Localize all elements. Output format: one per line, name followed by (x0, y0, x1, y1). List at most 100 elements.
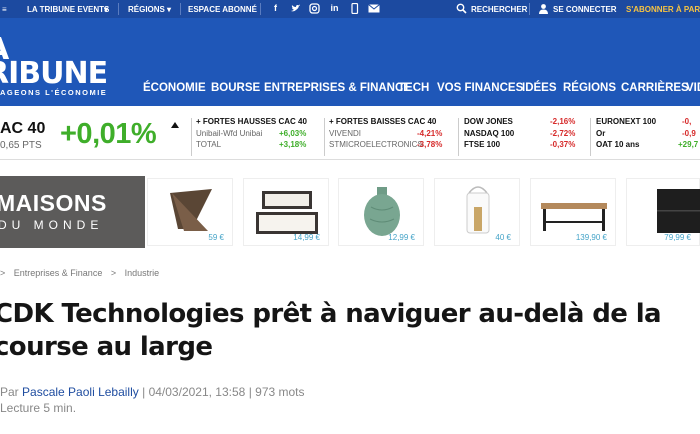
ad-product-price: 14,99 € (293, 233, 320, 242)
list-item[interactable]: STMICROELECTRONICS -3,78% (329, 140, 447, 151)
breadcrumb: > Entreprises & Finance > Industrie (0, 268, 165, 278)
divider (118, 3, 119, 15)
other-markets: EURONEXT 100 -0, Or -0,9 OAT 10 ans +29,7 (596, 117, 700, 151)
logo-line-2: RIBUNE (0, 56, 108, 91)
index-value: -2,72% (550, 129, 576, 138)
list-item[interactable]: VIVENDI -4,21% (329, 129, 447, 140)
ad-banner[interactable]: MAISONS DU MONDE 59 € 14,99 € 12,99 € 40… (0, 176, 700, 248)
ad-product[interactable]: 40 € (434, 178, 520, 246)
divider (458, 118, 459, 156)
publish-date: 04/03/2021, 13:58 (148, 385, 246, 399)
list-item[interactable]: EURONEXT 100 -0, (596, 117, 700, 129)
index-points: 0,65 PTS (0, 140, 42, 151)
top-gainers-title[interactable]: + FORTES HAUSSES CAC 40 (196, 117, 310, 129)
divider (590, 118, 591, 156)
search-link[interactable]: RECHERCHER (471, 5, 527, 14)
breadcrumb-item[interactable]: Entreprises & Finance (14, 268, 103, 278)
index-label: NASDAQ 100 (464, 129, 515, 138)
byline-by: Par (0, 385, 19, 399)
ad-product[interactable]: 139,90 € (530, 178, 616, 246)
ad-product[interactable]: 79,99 € (626, 178, 700, 246)
search-icon[interactable] (456, 3, 467, 14)
read-time: Lecture 5 min. (0, 401, 77, 415)
user-icon[interactable] (538, 3, 549, 14)
top-losers-title[interactable]: + FORTES BAISSES CAC 40 (329, 117, 447, 129)
logo-tagline: AGEONS L'ÉCONOMIE (0, 88, 108, 97)
ad-product[interactable]: 14,99 € (243, 178, 329, 246)
list-item[interactable]: Unibail-Wfd Unibai +6,03% (196, 129, 310, 140)
list-item[interactable]: TOTAL +3,18% (196, 140, 310, 151)
list-item[interactable]: FTSE 100 -0,37% (464, 140, 578, 151)
index-label: DOW JONES (464, 117, 513, 126)
nav-vos-finances[interactable]: VOS FINANCES (437, 82, 523, 94)
list-item[interactable]: Or -0,9 (596, 129, 700, 140)
stock-name: Unibail-Wfd Unibai (196, 129, 263, 138)
site-logo[interactable]: A RIBUNE (0, 35, 108, 91)
divider (324, 118, 325, 156)
stock-change: +3,18% (279, 140, 307, 149)
stock-name: TOTAL (196, 140, 222, 149)
ad-brand-line-1: MAISONS (0, 190, 107, 216)
stock-name: STMICROELECTRONICS (329, 140, 423, 149)
divider (260, 3, 261, 15)
ad-product[interactable]: 12,99 € (338, 178, 424, 246)
lantern-icon (466, 186, 490, 234)
top-losers: + FORTES BAISSES CAC 40 VIVENDI -4,21% ST… (329, 117, 447, 151)
chevron-down-icon[interactable]: ▾ (167, 5, 171, 14)
linkedin-icon[interactable]: in (329, 3, 340, 14)
nav-carrieres[interactable]: CARRIÈRES (621, 82, 689, 94)
nav-tech[interactable]: TECH (398, 82, 429, 94)
index-value: -0,37% (550, 140, 576, 149)
top-bar: ≡ LA TRIBUNE EVENTS ▾ RÉGIONS ▾ ESPACE A… (0, 0, 700, 18)
index-name[interactable]: AC 40 (0, 120, 45, 138)
stock-change: +6,03% (279, 129, 307, 138)
stock-change: -3,78% (417, 140, 443, 149)
trend-up-icon (171, 122, 179, 128)
mobile-icon[interactable] (349, 2, 360, 15)
list-item[interactable]: OAT 10 ans +29,7 (596, 140, 700, 151)
chevron-down-icon[interactable]: ▾ (104, 5, 108, 14)
nav-entreprises-finance[interactable]: ENTREPRISES & FINANCE (264, 82, 411, 94)
list-item[interactable]: NASDAQ 100 -2,72% (464, 129, 578, 140)
ad-product-price: 79,99 € (664, 233, 691, 242)
bench-icon (541, 203, 607, 231)
regions-link[interactable]: RÉGIONS (128, 5, 165, 14)
market-value: -0, (682, 117, 692, 126)
ad-product-price: 59 € (208, 233, 224, 242)
market-label: OAT 10 ans (596, 140, 640, 149)
ad-brand-logo[interactable]: MAISONS DU MONDE (0, 176, 145, 248)
ad-product-price: 40 € (495, 233, 511, 242)
article-title: CDK Technologies prêt à naviguer au-delà… (0, 299, 662, 362)
stock-change: -4,21% (417, 129, 443, 138)
word-count: 973 mots (255, 385, 305, 399)
green-vase-icon (364, 187, 400, 236)
market-ticker: AC 40 0,65 PTS +0,01% + FORTES HAUSSES C… (0, 110, 700, 160)
list-item[interactable]: DOW JONES -2,16% (464, 117, 578, 129)
black-cabinet-icon (657, 189, 700, 233)
nav-bourse[interactable]: BOURSE (211, 82, 260, 94)
twitter-icon[interactable] (290, 3, 301, 14)
market-label: EURONEXT 100 (596, 117, 657, 126)
breadcrumb-item[interactable]: Industrie (125, 268, 160, 278)
events-link[interactable]: LA TRIBUNE EVENTS (27, 5, 109, 14)
market-value: +29,7 (678, 140, 699, 149)
storage-boxes-icon (256, 191, 318, 234)
stock-name: VIVENDI (329, 129, 362, 138)
nav-idees[interactable]: IDÉES (522, 82, 557, 94)
menu-icon[interactable]: ≡ (2, 5, 7, 14)
nav-regions[interactable]: RÉGIONS (563, 82, 616, 94)
site-header: A RIBUNE AGEONS L'ÉCONOMIE ÉCONOMIE BOUR… (0, 18, 700, 106)
divider (191, 118, 192, 156)
nav-videos[interactable]: VID (686, 82, 700, 94)
magazine-rack-icon (170, 189, 212, 231)
subscriber-space-link[interactable]: ESPACE ABONNÉ (188, 5, 257, 14)
author-link[interactable]: Pascale Paoli Lebailly (22, 385, 139, 399)
ad-product[interactable]: 59 € (147, 178, 233, 246)
subscribe-link[interactable]: S'ABONNER À PART (626, 5, 700, 14)
index-value: -2,16% (550, 117, 576, 126)
nav-economie[interactable]: ÉCONOMIE (143, 82, 206, 94)
instagram-icon[interactable] (309, 3, 320, 14)
mail-icon[interactable] (368, 3, 380, 14)
login-link[interactable]: SE CONNECTER (553, 5, 617, 14)
facebook-icon[interactable]: f (270, 3, 281, 14)
